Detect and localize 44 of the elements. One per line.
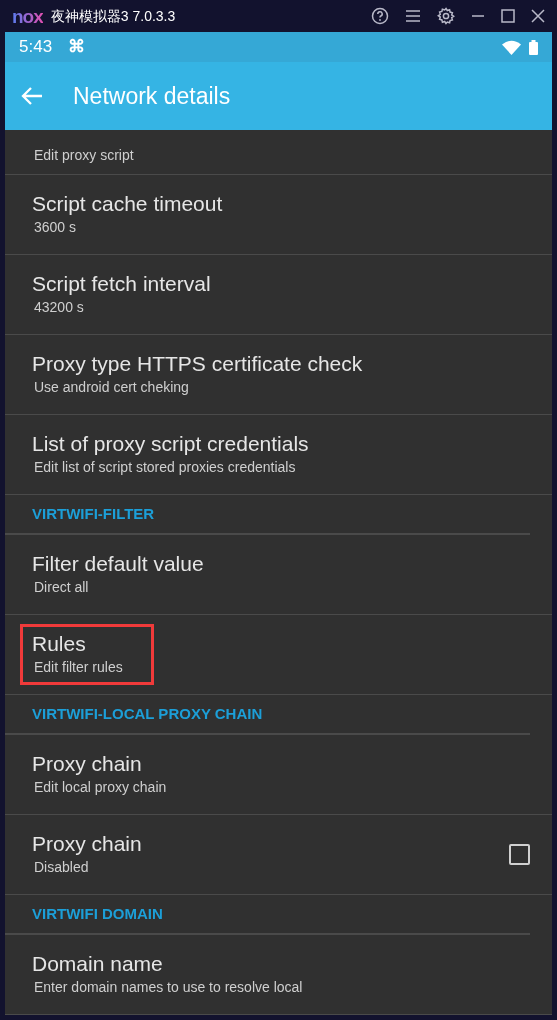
preference-summary: Edit filter rules <box>33 657 123 677</box>
preference-title: Proxy type HTTPS certificate check <box>32 351 363 377</box>
preference-item[interactable]: List of proxy script credentials Edit list of script stored proxies credentials <box>5 415 552 495</box>
preference-title: Proxy chain <box>32 831 142 857</box>
preference-item[interactable]: Proxy type HTTPS certificate check Use android cert cheking <box>5 335 552 415</box>
preference-summary: Enter domain names to use to resolve local <box>33 977 303 997</box>
wifi-icon <box>502 39 521 55</box>
preference-summary: 3600 s <box>33 217 78 237</box>
preference-title: Filter default value <box>32 551 204 577</box>
preference-summary: Use android cert cheking <box>33 377 190 397</box>
preference-title: Rules <box>32 631 87 657</box>
preference-title: List of proxy script credentials <box>32 431 309 457</box>
preference-item[interactable]: Script cache timeout 3600 s <box>5 175 552 255</box>
preference-item[interactable]: Filter default value Direct all <box>5 535 552 615</box>
preference-item[interactable]: Rules Edit filter rules <box>5 615 552 695</box>
preference-title: Script fetch interval <box>32 271 211 297</box>
settings-icon[interactable] <box>437 7 455 25</box>
preference-summary: Edit local proxy chain <box>33 777 167 797</box>
status-time: 5:43 <box>19 36 53 59</box>
maximize-icon[interactable] <box>501 9 515 23</box>
screen-title: Network details <box>73 81 231 111</box>
preference-item[interactable]: Script fetch interval 43200 s <box>5 255 552 335</box>
preference-item[interactable]: Edit proxy script <box>5 130 552 175</box>
section-header: VIRTWIFI DOMAIN <box>32 903 163 924</box>
menu-icon[interactable] <box>405 9 421 23</box>
preference-summary: Edit list of script stored proxies credentials <box>33 457 297 477</box>
close-icon[interactable] <box>531 9 545 23</box>
preference-summary: Edit proxy script <box>33 145 134 165</box>
section-header: VIRTWIFI-FILTER <box>32 503 155 524</box>
notification-icon: ⌘ <box>68 34 86 60</box>
battery-icon <box>529 39 538 55</box>
preference-item[interactable]: Domain name Enter domain names to use to resolve local <box>5 935 552 1015</box>
checkbox[interactable] <box>509 844 530 865</box>
help-icon[interactable] <box>371 7 389 25</box>
preference-summary: 43200 s <box>33 297 85 317</box>
section-header: VIRTWIFI-LOCAL PROXY CHAIN <box>32 703 263 724</box>
preference-item[interactable]: Proxy chain Disabled <box>5 815 552 895</box>
window-title: 夜神模拟器3 7.0.3.3 <box>50 6 176 26</box>
preference-summary: Disabled <box>33 857 90 877</box>
preference-title: Domain name <box>32 951 164 977</box>
preference-title: Script cache timeout <box>32 191 223 217</box>
preference-summary: Direct all <box>33 577 90 597</box>
preference-item[interactable]: Proxy chain Edit local proxy chain <box>5 735 552 815</box>
preference-title: Proxy chain <box>32 751 143 777</box>
